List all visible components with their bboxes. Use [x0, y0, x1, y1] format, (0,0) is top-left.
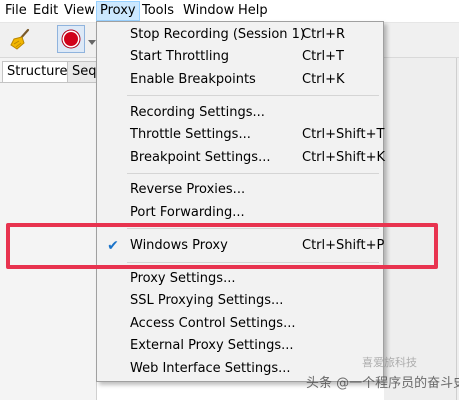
menu-item-label: Recording Settings... — [130, 105, 265, 120]
menu-item-shortcut: Ctrl+R — [302, 27, 346, 42]
menu-item-reverse-proxies[interactable]: Reverse Proxies... — [97, 179, 383, 201]
menu-item-recording-settings[interactable]: Recording Settings... — [97, 102, 383, 124]
menu-item-shortcut: Ctrl+K — [302, 72, 345, 87]
menu-item-port-forwarding[interactable]: Port Forwarding... — [97, 202, 383, 224]
menu-item-access-control-settings[interactable]: Access Control Settings... — [97, 313, 383, 335]
pane-divider[interactable] — [456, 58, 457, 400]
menu-edit[interactable]: Edit — [30, 2, 61, 20]
menu-separator — [127, 173, 379, 174]
menu-item-label: Enable Breakpoints — [130, 72, 256, 87]
menu-item-throttle-settings[interactable]: Throttle Settings... Ctrl+Shift+T — [97, 124, 385, 146]
tab-divider — [0, 82, 96, 83]
record-button[interactable] — [57, 25, 85, 53]
menu-item-label: Stop Recording (Session 1) — [130, 27, 305, 42]
menu-item-enable-breakpoints[interactable]: Enable Breakpoints Ctrl+K — [97, 69, 383, 91]
menu-item-label: Web Interface Settings... — [130, 361, 291, 376]
proxy-menu-dropdown: Stop Recording (Session 1) Ctrl+R Start … — [96, 21, 385, 382]
menu-item-external-proxy-settings[interactable]: External Proxy Settings... — [97, 335, 383, 357]
menu-item-shortcut: Ctrl+T — [302, 49, 344, 64]
watermark-logo-text: 喜爱旅科技 — [362, 356, 417, 369]
menu-item-label: Breakpoint Settings... — [130, 150, 271, 165]
menu-help[interactable]: Help — [235, 2, 271, 20]
menu-item-shortcut: Ctrl+Shift+T — [302, 127, 385, 142]
menu-item-label: Throttle Settings... — [130, 127, 251, 142]
menu-window[interactable]: Window — [180, 2, 237, 20]
menu-item-proxy-settings[interactable]: Proxy Settings... — [97, 268, 383, 290]
menu-item-stop-recording[interactable]: Stop Recording (Session 1) Ctrl+R — [97, 24, 383, 46]
highlight-annotation — [6, 223, 438, 269]
menu-proxy[interactable]: Proxy — [96, 1, 140, 21]
watermark-text: 头条 @一个程序员的奋斗史 — [306, 376, 459, 391]
menu-item-label: Proxy Settings... — [130, 271, 236, 286]
menu-item-label: Start Throttling — [130, 49, 229, 64]
menu-tools[interactable]: Tools — [139, 2, 177, 20]
menu-item-label: External Proxy Settings... — [130, 338, 294, 353]
broom-icon[interactable] — [8, 26, 34, 52]
menu-item-shortcut: Ctrl+Shift+K — [302, 150, 385, 165]
menu-view[interactable]: View — [61, 2, 98, 20]
record-icon — [64, 32, 78, 46]
menu-item-label: Port Forwarding... — [130, 205, 245, 220]
menu-bar: File Edit View Proxy Tools Window Help — [0, 0, 459, 23]
menu-file[interactable]: File — [2, 2, 30, 20]
menu-item-ssl-proxying-settings[interactable]: SSL Proxying Settings... — [97, 290, 383, 312]
menu-separator — [127, 95, 379, 96]
tab-structure[interactable]: Structure — [2, 61, 73, 82]
menu-item-label: Access Control Settings... — [130, 316, 296, 331]
dropdown-arrow-icon[interactable] — [88, 35, 96, 45]
menu-item-label: Reverse Proxies... — [130, 182, 246, 197]
menu-item-start-throttling[interactable]: Start Throttling Ctrl+T — [97, 46, 383, 68]
menu-item-breakpoint-settings[interactable]: Breakpoint Settings... Ctrl+Shift+K — [97, 147, 385, 169]
menu-item-label: SSL Proxying Settings... — [130, 293, 284, 308]
